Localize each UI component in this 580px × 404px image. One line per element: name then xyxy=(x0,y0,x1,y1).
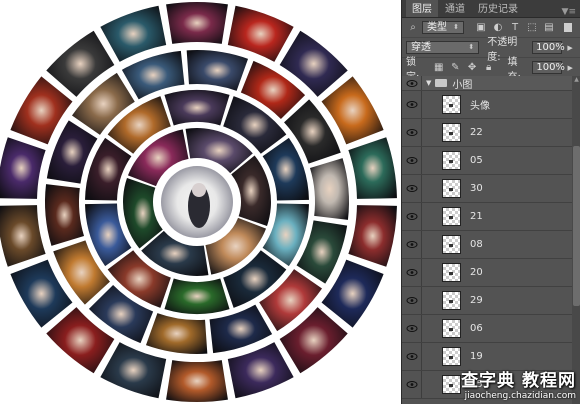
eye-icon[interactable] xyxy=(402,259,422,286)
layer-row[interactable]: 30 xyxy=(402,175,572,203)
search-icon: ⌕ xyxy=(410,22,416,33)
ring-third-photo-tile xyxy=(164,90,230,126)
layer-name: 05 xyxy=(470,155,483,166)
layer-thumbnail xyxy=(442,347,461,366)
layers-scrollbar[interactable]: ▲ xyxy=(572,76,580,404)
panel-tabs: 图层 通道 历史记录 ▼≡ xyxy=(402,0,580,18)
lock-move-icon[interactable]: ✥ xyxy=(465,61,479,75)
fill-input[interactable]: 100% xyxy=(532,61,565,74)
eye-icon[interactable] xyxy=(402,76,422,90)
eye-icon[interactable] xyxy=(402,287,422,314)
folder-icon xyxy=(435,79,448,87)
layer-thumbnail xyxy=(442,151,461,170)
layers-panel: 图层 通道 历史记录 ▼≡ ⌕ 类型 ⬍ ▣ ◐ T ⬚ ▤ 穿透 ⬍ 不透明度: … xyxy=(401,0,580,404)
layer-thumbnail xyxy=(442,319,461,338)
eye-icon[interactable] xyxy=(402,231,422,258)
ring-third-photo-tile xyxy=(164,278,230,314)
ring-outer-photo-tile xyxy=(348,137,397,199)
ring-outer-photo-tile xyxy=(166,2,228,44)
ring-outer-photo-tile xyxy=(348,205,397,267)
layer-row[interactable]: 21 xyxy=(402,203,572,231)
layer-name: 头像 xyxy=(470,101,490,112)
ring-second-photo-tile xyxy=(121,50,185,100)
document-canvas[interactable] xyxy=(0,0,400,404)
layer-name: 08 xyxy=(470,239,483,250)
eye-icon[interactable] xyxy=(402,371,422,398)
layer-row[interactable]: 29 xyxy=(402,287,572,315)
circular-photo-collage xyxy=(0,2,397,402)
watermark: 查字典 教程网 jiaocheng.chazidian.com xyxy=(461,366,576,401)
layer-row[interactable]: 22 xyxy=(402,119,572,147)
chevron-down-icon: ⬍ xyxy=(453,23,459,31)
smart-object-filter-icon[interactable]: ▤ xyxy=(542,21,556,35)
watermark-title: 查字典 教程网 xyxy=(461,371,576,391)
layer-name: 06 xyxy=(470,323,483,334)
tab-channels[interactable]: 通道 xyxy=(439,0,471,17)
filter-kind-label: 类型 xyxy=(427,22,447,33)
layer-name: 19 xyxy=(470,351,483,362)
layer-name: 20 xyxy=(470,267,483,278)
tab-layers[interactable]: 图层 xyxy=(406,0,438,17)
opacity-input[interactable]: 100% xyxy=(532,41,565,54)
layer-thumbnail xyxy=(442,263,461,282)
filter-toggle-icon[interactable] xyxy=(564,23,572,32)
layer-thumbnail xyxy=(442,123,461,142)
chevron-down-icon: ⬍ xyxy=(468,43,475,51)
ring-second-photo-tile xyxy=(45,184,85,246)
lock-row: 锁定: ▦ ✎ ✥ 🔒︎ 填充: 100% ▶ xyxy=(402,57,580,83)
layer-row[interactable]: 头像 xyxy=(402,91,572,119)
lock-paint-icon[interactable]: ✎ xyxy=(449,61,463,75)
watermark-url: jiaocheng.chazidian.com xyxy=(464,391,576,401)
scroll-up-icon[interactable]: ▲ xyxy=(572,76,580,85)
image-filter-icon[interactable]: ▣ xyxy=(474,21,488,35)
ring-outer-photo-tile xyxy=(0,137,46,199)
eye-icon[interactable] xyxy=(402,343,422,370)
menu-lines-icon[interactable]: ▼≡ xyxy=(562,7,576,17)
scrollbar-thumb[interactable] xyxy=(573,146,580,306)
eye-icon[interactable] xyxy=(402,175,422,202)
group-name: 小图 xyxy=(452,79,473,91)
ring-second-photo-tile xyxy=(309,158,349,220)
layer-thumbnail xyxy=(442,179,461,198)
layer-thumbnail xyxy=(442,207,461,226)
ring-outer-photo-tile xyxy=(227,342,294,399)
filter-kind-select[interactable]: 类型 ⬍ xyxy=(422,21,464,34)
ring-outer-photo-tile xyxy=(100,5,167,62)
layer-row[interactable]: 08 xyxy=(402,231,572,259)
ring-outer-photo-tile xyxy=(166,360,228,402)
layer-row[interactable]: 06 xyxy=(402,315,572,343)
eye-icon[interactable] xyxy=(402,91,422,118)
layer-name: 21 xyxy=(470,211,483,222)
ring-second-photo-tile xyxy=(209,304,273,354)
eye-icon[interactable] xyxy=(402,119,422,146)
layer-thumbnail xyxy=(442,375,461,394)
layer-list: ▼ 小图 头像 22 05 30 21 08 20 29 06 19 15 xyxy=(402,76,572,404)
layer-group-row[interactable]: ▼ 小图 xyxy=(402,76,572,91)
expand-triangle-icon[interactable]: ▼ xyxy=(426,79,431,87)
center-portrait-face xyxy=(192,183,206,197)
ring-second-photo-tile xyxy=(186,49,249,91)
layer-thumbnail xyxy=(442,235,461,254)
layer-thumbnail xyxy=(442,95,461,114)
fill-slider-icon[interactable]: ▶ xyxy=(563,61,577,75)
ring-second-photo-tile xyxy=(145,313,208,354)
layer-name: 29 xyxy=(470,295,483,306)
tab-history[interactable]: 历史记录 xyxy=(472,0,524,17)
layer-name: 22 xyxy=(470,127,483,138)
layer-name: 30 xyxy=(470,183,483,194)
eye-icon[interactable] xyxy=(402,203,422,230)
ring-outer-photo-tile xyxy=(100,342,167,399)
lock-all-icon[interactable]: 🔒︎ xyxy=(482,61,496,75)
opacity-slider-icon[interactable]: ▶ xyxy=(563,41,577,55)
layer-row[interactable]: 20 xyxy=(402,259,572,287)
eye-icon[interactable] xyxy=(402,315,422,342)
layer-thumbnail xyxy=(442,291,461,310)
eye-icon[interactable] xyxy=(402,147,422,174)
ring-outer-photo-tile xyxy=(0,205,46,267)
lock-transparency-icon[interactable]: ▦ xyxy=(432,61,446,75)
layer-row[interactable]: 05 xyxy=(402,147,572,175)
ring-outer-photo-tile xyxy=(227,5,294,62)
